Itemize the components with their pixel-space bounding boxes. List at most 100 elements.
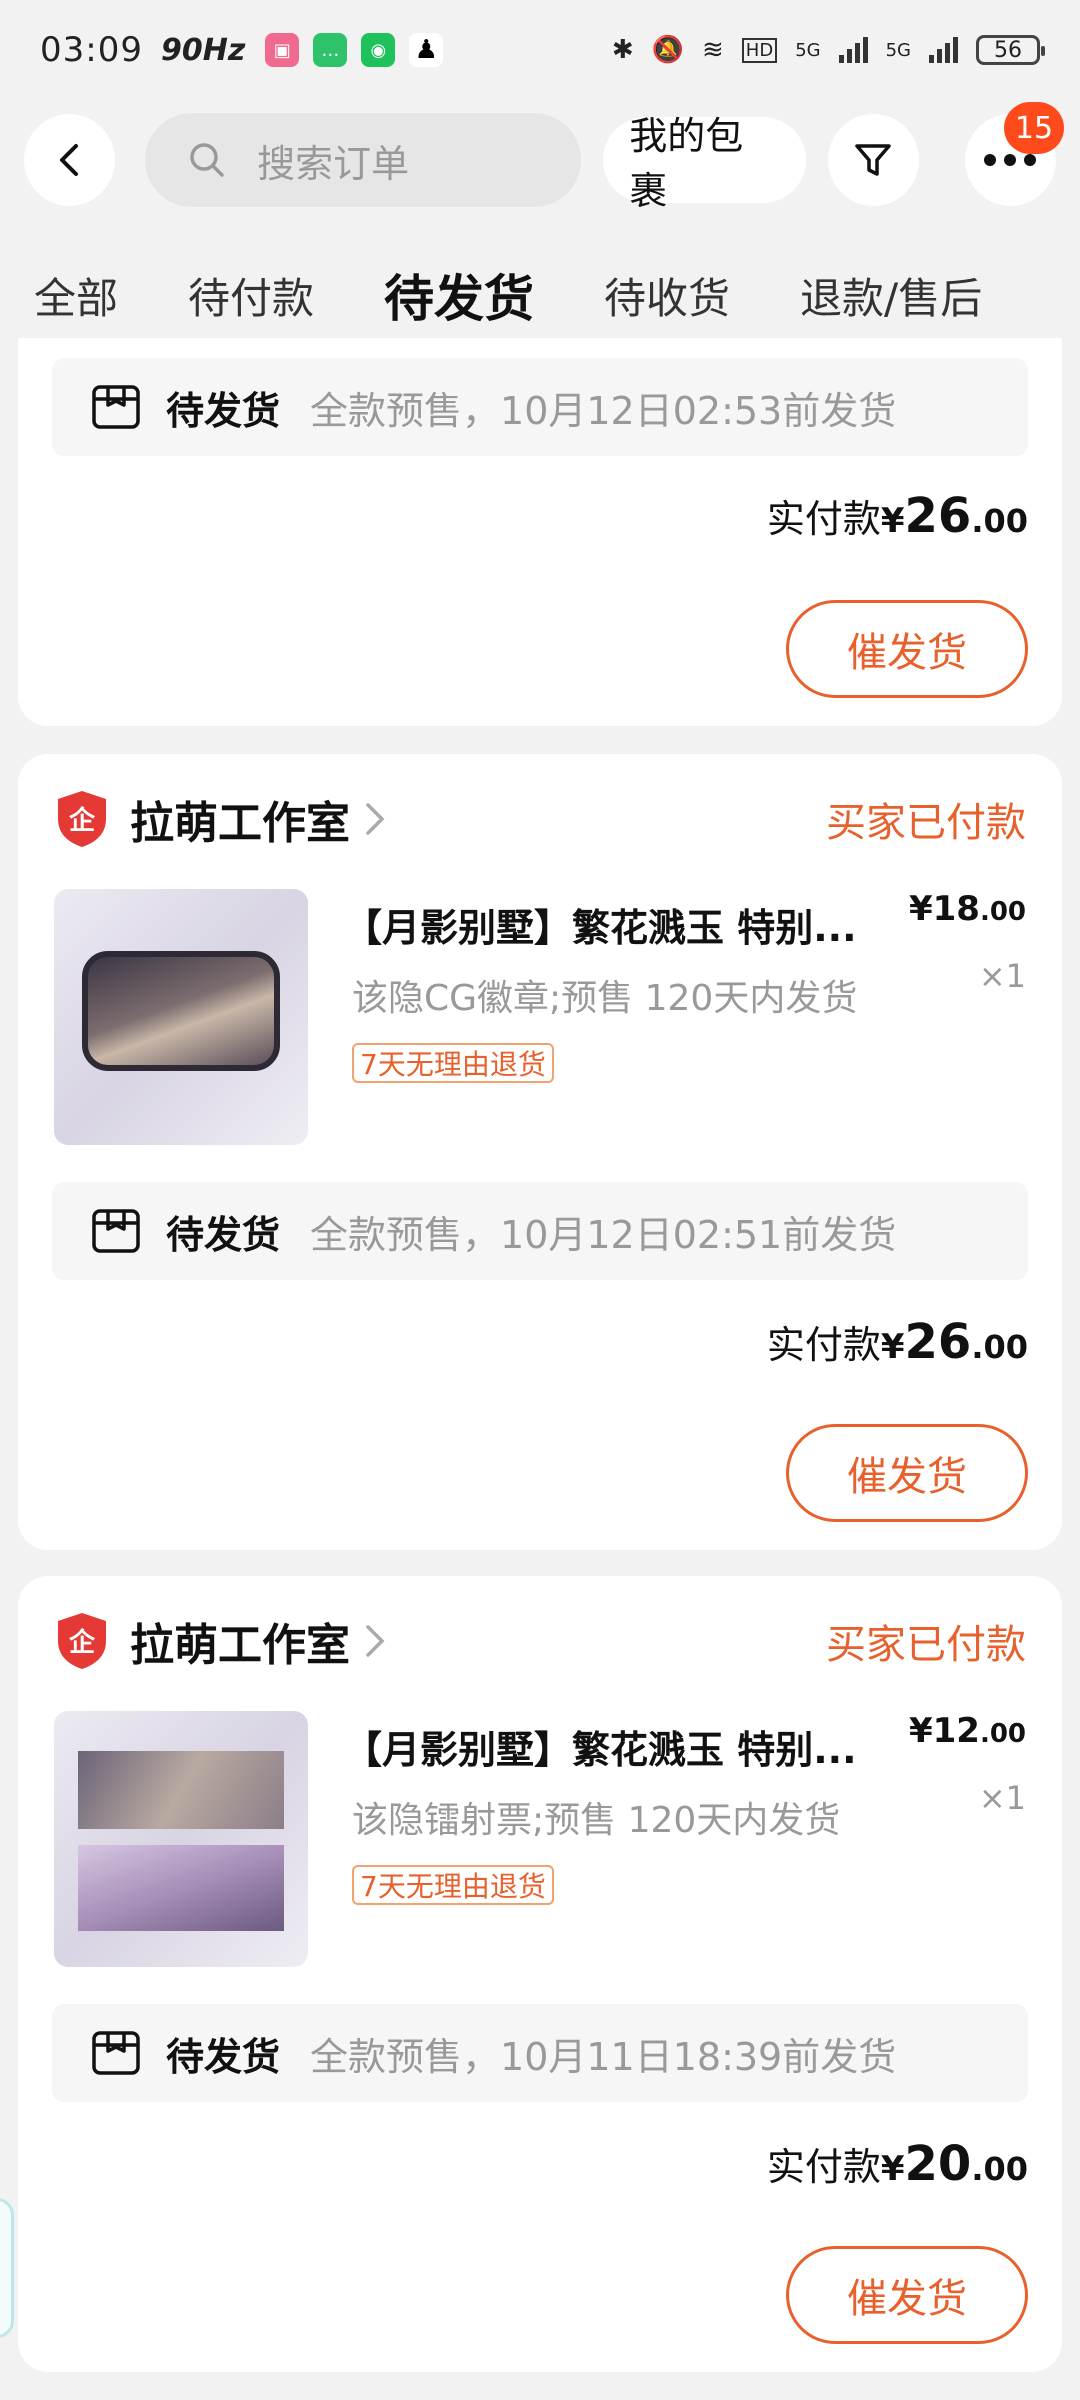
amount-paid-label: 实付款: [766, 2145, 881, 2189]
back-button[interactable]: [24, 114, 116, 206]
signal-2-icon: [929, 37, 958, 63]
order-tabs: 全部 待付款 待发货 待收货 退款/售后: [0, 250, 1080, 340]
shipping-status-title: 待发货: [166, 388, 281, 433]
shop-name[interactable]: 拉萌工作室: [130, 1609, 350, 1673]
price-integer: ¥12: [908, 1711, 980, 1751]
shipping-deadline: 全款预售，10月12日02:51前发货: [310, 1212, 897, 1257]
shipping-status-title: 待发货: [166, 2034, 281, 2079]
status-right: ✱ 🔕 ≋ HD 5G 5G 56: [611, 35, 1045, 65]
shipping-deadline: 全款预售，10月11日18:39前发货: [310, 2034, 897, 2079]
shipping-status-box: 待发货 全款预售，10月12日02:51前发货: [52, 1182, 1028, 1280]
status-app-icons: ▣ … ◉ ♟: [265, 33, 444, 67]
shipping-status-box: 待发货 全款预售，10月12日02:53前发货: [52, 358, 1028, 456]
tab-all[interactable]: 全部: [34, 265, 118, 326]
order-card: 企 拉萌工作室 买家已付款 【月影别墅】繁花溅玉 特别... 该隐镭射票;预售 …: [18, 1576, 1062, 2372]
amount-paid-label: 实付款: [766, 1323, 881, 1367]
tab-pending-shipment[interactable]: 待发货: [384, 259, 534, 331]
more-button[interactable]: 15: [964, 102, 1065, 206]
mute-bell-icon: 🔕: [651, 35, 684, 65]
amount-paid: 实付款 ¥ 26 .00: [767, 1314, 1028, 1370]
price-integer: ¥18: [908, 889, 980, 929]
order-status: 买家已付款: [826, 800, 1026, 846]
network-label-1: 5G: [795, 39, 821, 61]
wifi-icon: ≋: [701, 35, 724, 65]
filter-icon: [855, 144, 892, 176]
amount-decimal: .00: [971, 502, 1028, 540]
app-notification-icon: ▣: [265, 33, 300, 67]
product-thumbnail[interactable]: [54, 1711, 308, 1967]
package-box-icon: [92, 385, 140, 429]
urge-shipment-button[interactable]: 催发货: [786, 600, 1028, 698]
product-thumbnail[interactable]: [54, 889, 308, 1145]
shipping-status-title: 待发货: [166, 1212, 281, 1257]
battery-icon: 56: [976, 35, 1045, 65]
package-box-icon: [92, 2031, 140, 2075]
order-card: 待发货 全款预售，10月12日02:53前发货 实付款 ¥ 26 .00 催发货: [18, 338, 1062, 726]
message-icon: …: [313, 33, 348, 67]
battery-level: 56: [994, 37, 1022, 63]
status-time: 03:09: [40, 30, 143, 70]
amount-paid-label: 实付款: [766, 497, 881, 541]
tab-pending-receipt[interactable]: 待收货: [604, 265, 730, 326]
package-box-icon: [92, 1209, 140, 1253]
card-header: 企 拉萌工作室 买家已付款: [54, 784, 1026, 854]
refresh-rate: 90Hz: [160, 32, 246, 68]
ticket-image-bottom: [78, 1845, 284, 1931]
chevron-right-icon: [366, 803, 385, 835]
amount-paid: 实付款 ¥ 26 .00: [767, 488, 1028, 544]
message-count-badge: 15: [1004, 102, 1065, 154]
price-decimal: .00: [979, 1719, 1026, 1749]
product-price: ¥18.00: [909, 889, 1026, 929]
wechat-icon: ◉: [361, 33, 396, 67]
amount-integer: 26: [904, 1314, 972, 1370]
chevron-left-icon: [59, 144, 78, 176]
amount-integer: 20: [904, 2136, 972, 2192]
amount-currency: ¥: [880, 2149, 905, 2189]
price-decimal: .00: [979, 897, 1026, 927]
order-status: 买家已付款: [826, 1622, 1026, 1668]
search-icon: [190, 143, 224, 177]
shop-name[interactable]: 拉萌工作室: [130, 787, 350, 851]
search-input[interactable]: 搜索订单: [145, 113, 582, 207]
product-spec: 该隐CG徽章;预售 120天内发货: [352, 978, 858, 1019]
shipping-deadline: 全款预售，10月12日02:53前发货: [310, 388, 897, 433]
amount-decimal: .00: [971, 1328, 1028, 1366]
product-spec: 该隐镭射票;预售 120天内发货: [352, 1800, 841, 1841]
urge-shipment-button[interactable]: 催发货: [786, 2246, 1028, 2344]
product-quantity: ×1: [978, 957, 1026, 995]
search-placeholder: 搜索订单: [257, 141, 410, 186]
tab-refund-after-sales[interactable]: 退款/售后: [800, 265, 982, 326]
urge-shipment-button[interactable]: 催发货: [786, 1424, 1028, 1522]
amount-decimal: .00: [971, 2150, 1028, 2188]
card-header: 企 拉萌工作室 买家已付款: [54, 1606, 1026, 1676]
product-quantity: ×1: [978, 1779, 1026, 1817]
product-row[interactable]: 【月影别墅】繁花溅玉 特别... 该隐CG徽章;预售 120天内发货 7天无理由…: [54, 889, 1026, 1149]
svg-text:企: 企: [69, 1627, 96, 1658]
filter-button[interactable]: [827, 114, 919, 206]
return-policy-tag: 7天无理由退货: [352, 1043, 554, 1083]
floating-side-handle[interactable]: [0, 2198, 14, 2338]
qq-icon: ♟: [409, 33, 444, 67]
network-label-2: 5G: [885, 39, 911, 61]
ticket-image-top: [78, 1751, 284, 1829]
amount-integer: 26: [904, 488, 972, 544]
order-card: 企 拉萌工作室 买家已付款 【月影别墅】繁花溅玉 特别... 该隐CG徽章;预售…: [18, 754, 1062, 1550]
amount-paid: 实付款 ¥ 20 .00: [767, 2136, 1028, 2192]
chevron-right-icon: [366, 1625, 385, 1657]
bluetooth-icon: ✱: [611, 35, 634, 65]
product-title: 【月影别墅】繁花溅玉 特别...: [344, 1728, 857, 1772]
status-bar: 03:09 90Hz ▣ … ◉ ♟ ✱ 🔕 ≋ HD 5G 5G 56: [0, 0, 1080, 100]
product-row[interactable]: 【月影别墅】繁花溅玉 特别... 该隐镭射票;预售 120天内发货 7天无理由退…: [54, 1711, 1026, 1971]
tab-pending-payment[interactable]: 待付款: [188, 265, 314, 326]
svg-text:企: 企: [69, 805, 96, 836]
product-title: 【月影别墅】繁花溅玉 特别...: [344, 906, 857, 950]
my-packages-button[interactable]: 我的包裹: [603, 114, 806, 213]
amount-currency: ¥: [880, 1327, 905, 1367]
signal-1-icon: [838, 37, 868, 63]
shipping-status-box: 待发货 全款预售，10月11日18:39前发货: [52, 2004, 1028, 2102]
return-policy-tag: 7天无理由退货: [352, 1865, 554, 1905]
hd-icon: HD: [741, 37, 778, 63]
amount-currency: ¥: [880, 501, 905, 541]
product-price: ¥12.00: [909, 1711, 1026, 1751]
header-bar: 搜索订单 我的包裹 15: [0, 102, 1080, 213]
